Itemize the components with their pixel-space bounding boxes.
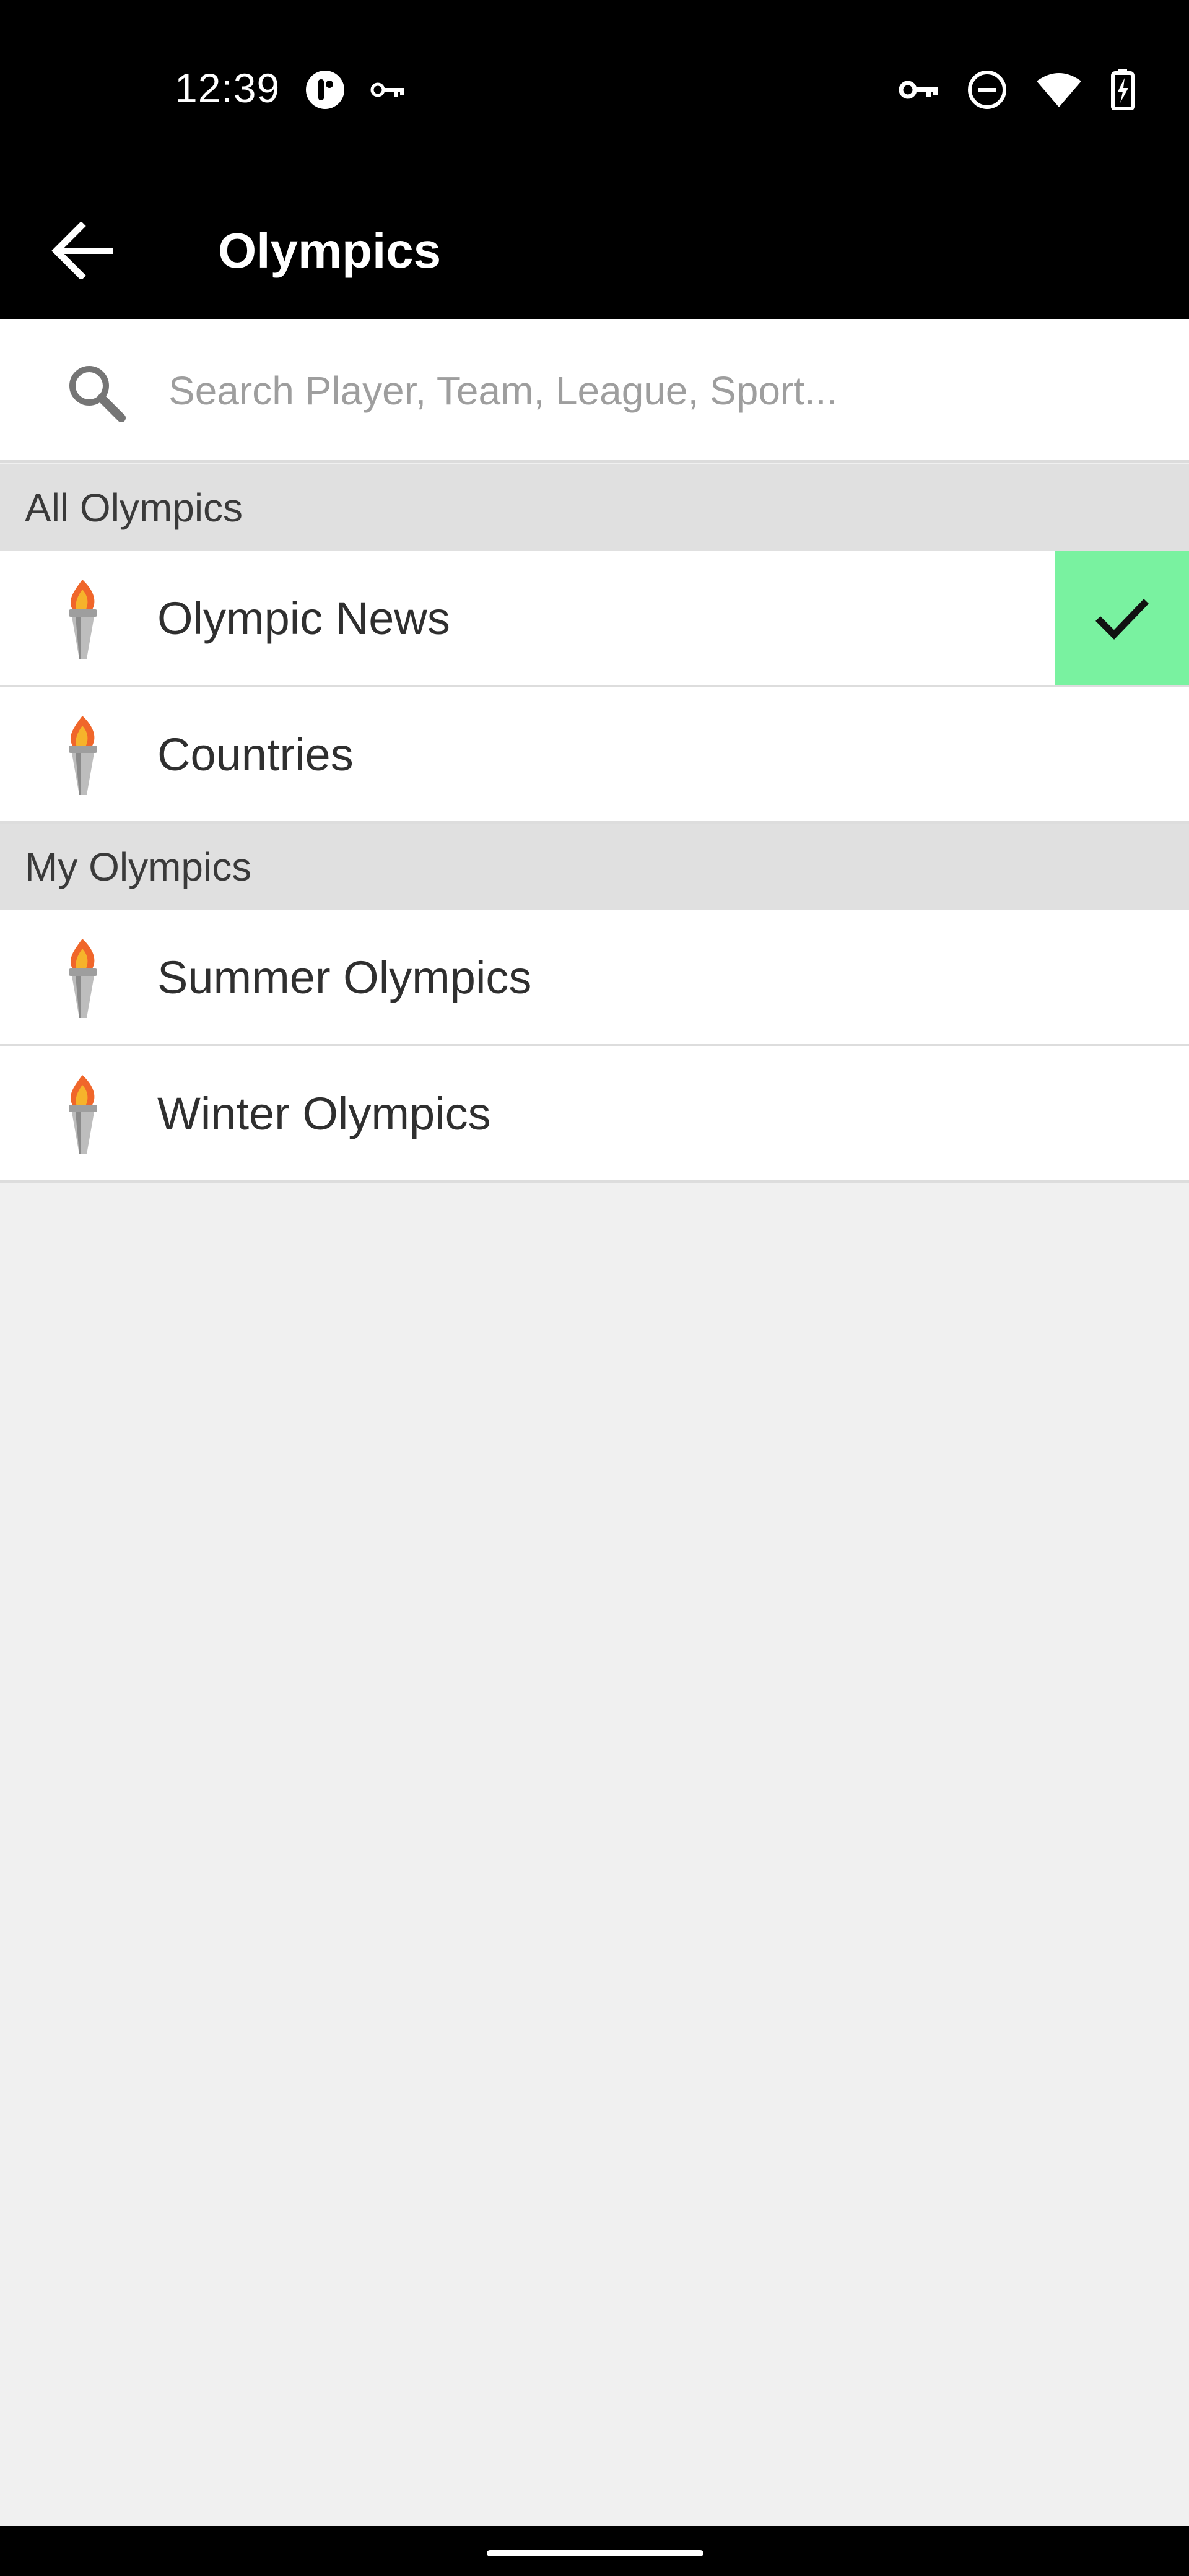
search-input[interactable]: [167, 350, 1161, 432]
list-item-olympic-news[interactable]: Olympic News: [0, 551, 1189, 687]
list-item-label: Olympic News: [157, 592, 450, 644]
page-title: Olympics: [218, 223, 442, 278]
vpn-key-icon: [370, 80, 405, 99]
search-icon: [62, 359, 130, 427]
notification-app-icon: [305, 69, 346, 110]
list-item-countries[interactable]: Countries: [0, 687, 1189, 824]
torch-icon: [48, 935, 116, 1022]
status-left-icons: [305, 69, 405, 110]
list-item-label: Winter Olympics: [157, 1087, 491, 1139]
wifi-icon: [1035, 71, 1082, 108]
arrow-back-icon: [51, 222, 116, 279]
list-item-label: Countries: [157, 728, 354, 780]
status-right-icons: [899, 69, 1135, 110]
torch-icon: [48, 576, 116, 663]
app-bar: Olympics: [0, 180, 1189, 319]
search-bar[interactable]: [0, 319, 1189, 463]
do-not-disturb-icon: [967, 70, 1007, 110]
list-item-label: Summer Olympics: [157, 951, 532, 1003]
torch-icon: [48, 712, 116, 799]
selected-toggle[interactable]: [1055, 551, 1189, 685]
status-time: 12:39: [175, 65, 281, 111]
list-item-winter-olympics[interactable]: Winter Olympics: [0, 1046, 1189, 1183]
battery-charging-icon: [1111, 69, 1135, 110]
section-header-my-olympics: My Olympics: [0, 824, 1189, 910]
list-item-summer-olympics[interactable]: Summer Olympics: [0, 910, 1189, 1046]
status-bar: 12:39: [0, 0, 1189, 180]
torch-icon: [48, 1071, 116, 1158]
home-indicator[interactable]: [487, 2550, 703, 2556]
vpn-key-icon: [899, 79, 939, 101]
section-header-all-olympics: All Olympics: [0, 464, 1189, 551]
checkmark-icon: [1094, 596, 1150, 640]
back-button[interactable]: [37, 204, 130, 297]
